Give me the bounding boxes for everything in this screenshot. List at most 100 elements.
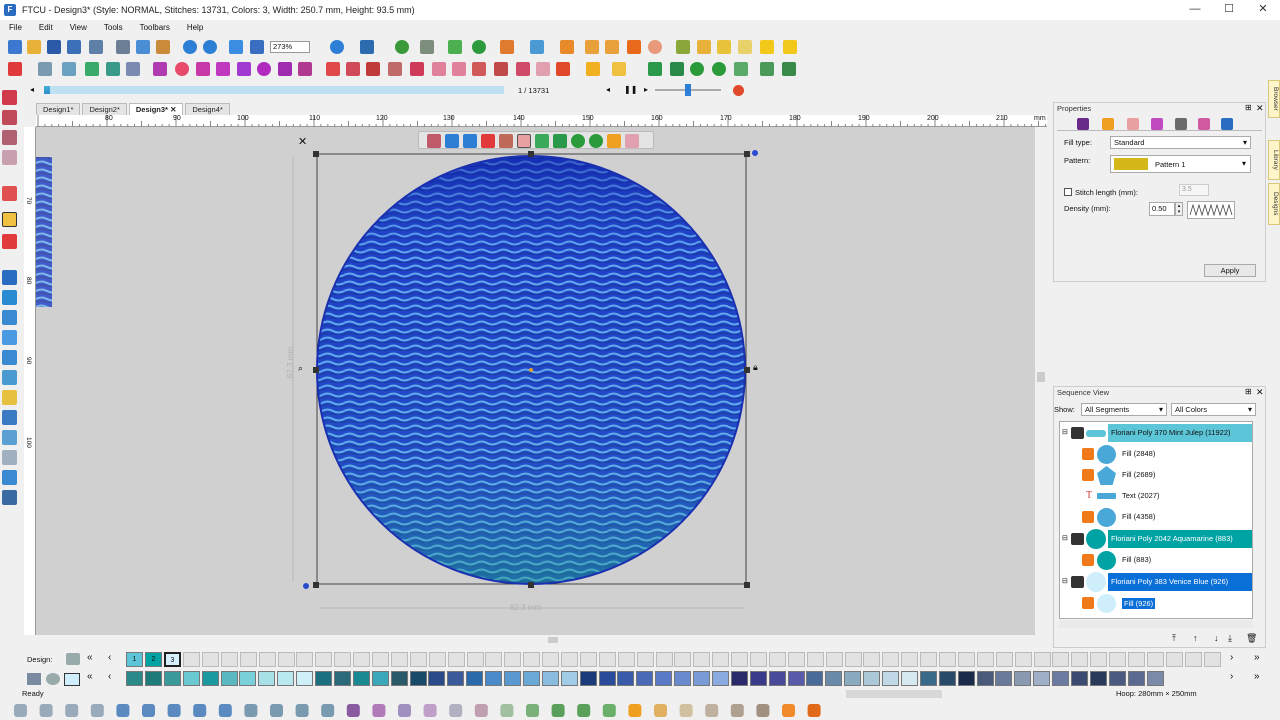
fire-icon[interactable]: [560, 40, 574, 54]
move-right-icon[interactable]: [463, 134, 477, 148]
tab-design4[interactable]: Design4*: [185, 103, 230, 115]
empty-swatch-slot[interactable]: [183, 652, 200, 667]
thread-swatch[interactable]: [220, 671, 238, 686]
empty-swatch-slot[interactable]: [372, 652, 389, 667]
move-down-icon[interactable]: ↓: [1214, 633, 1219, 643]
redo-icon[interactable]: [203, 40, 217, 54]
thread-swatch[interactable]: [239, 671, 257, 686]
empty-swatch-slot[interactable]: [957, 652, 975, 667]
side-tab-library[interactable]: Library: [1268, 140, 1280, 180]
thread-swatch[interactable]: [485, 671, 503, 686]
thread-swatch[interactable]: [409, 671, 427, 686]
thread-swatch[interactable]: [806, 671, 824, 686]
thread-swatch[interactable]: [1089, 671, 1107, 686]
zoom-input[interactable]: 273%: [270, 41, 310, 53]
thread-swatch[interactable]: [636, 671, 654, 686]
move-left-icon[interactable]: [445, 134, 459, 148]
empty-swatch-slot[interactable]: [636, 652, 654, 667]
font-icon[interactable]: [153, 62, 167, 76]
move-up-icon[interactable]: ↑: [1193, 633, 1198, 643]
empty-swatch-slot[interactable]: [277, 652, 295, 667]
thread-swatch[interactable]: [352, 671, 370, 686]
color-group-row[interactable]: ⊟ Floriani Poly 383 Venice Blue (926): [1060, 572, 1252, 592]
stitch-length-checkbox[interactable]: [1064, 188, 1072, 196]
record-icon[interactable]: [733, 85, 744, 96]
empty-swatch-slot[interactable]: [787, 652, 805, 667]
flip-h-icon[interactable]: [535, 134, 549, 148]
last-page-icon[interactable]: »: [1254, 652, 1260, 663]
circle-frame-icon[interactable]: [648, 40, 662, 54]
plus-grid-icon[interactable]: [85, 62, 99, 76]
dotted-3-icon[interactable]: [536, 62, 550, 76]
lock-icon[interactable]: [556, 62, 570, 76]
thread-swatch[interactable]: [1014, 671, 1032, 686]
empty-swatch-slot[interactable]: [1109, 652, 1127, 667]
resize-red-icon[interactable]: [494, 62, 508, 76]
fill-type-select[interactable]: Standard: [1110, 136, 1251, 149]
menu-view[interactable]: View: [61, 23, 95, 32]
design-canvas[interactable]: 62.3 mm 62.3 mm ✕ 🔒︎ ⌕: [36, 127, 1035, 635]
ungroup-icon[interactable]: [782, 62, 796, 76]
thread-swatch[interactable]: [144, 671, 162, 686]
horizontal-scrollbar[interactable]: [36, 635, 1035, 645]
stamp-icon[interactable]: [2, 450, 17, 465]
empty-swatch-slot[interactable]: [485, 652, 503, 667]
close-panel-icon[interactable]: ✕: [1256, 103, 1264, 114]
first-page-icon[interactable]: «: [87, 652, 93, 663]
delete-shape-icon[interactable]: [499, 134, 513, 148]
empty-swatch-slot[interactable]: [390, 652, 408, 667]
menu-tools[interactable]: Tools: [95, 23, 131, 32]
color-group-row[interactable]: ⊟ Floriani Poly 2042 Aquamarine (883): [1060, 529, 1252, 549]
empty-swatch-slot[interactable]: [1146, 652, 1164, 667]
wand-2-icon[interactable]: [605, 40, 619, 54]
3d-icon[interactable]: [2, 270, 17, 285]
satin-icon[interactable]: [2, 410, 17, 425]
thread-swatch[interactable]: [617, 671, 635, 686]
globe-icon[interactable]: [472, 40, 486, 54]
thread-swatch[interactable]: [333, 671, 351, 686]
empty-swatch-slot[interactable]: [447, 652, 465, 667]
pin-icon[interactable]: [2, 186, 17, 201]
menu-edit[interactable]: Edit: [30, 23, 61, 32]
empty-swatch-slot[interactable]: [428, 652, 446, 667]
help-icon[interactable]: [330, 40, 344, 54]
thread-swatch[interactable]: [863, 671, 881, 686]
empty-swatch-slot[interactable]: [712, 652, 730, 667]
empty-swatch-slot[interactable]: [1128, 652, 1145, 667]
thread-swatch[interactable]: [1127, 671, 1145, 686]
empty-swatch-slot[interactable]: [598, 652, 616, 667]
rotate-cw-icon[interactable]: [589, 134, 603, 148]
empty-swatch-slot[interactable]: [579, 652, 597, 667]
zoom-handle-icon[interactable]: ⌕: [298, 363, 303, 374]
next-page-icon[interactable]: ›: [1230, 652, 1233, 663]
thread-swatch[interactable]: [768, 671, 786, 686]
shapes-icon[interactable]: [500, 40, 514, 54]
image-icon[interactable]: [2, 310, 17, 325]
thread-swatch[interactable]: [938, 671, 956, 686]
thread-swatch[interactable]: [466, 671, 484, 686]
more-options-icon[interactable]: [625, 134, 639, 148]
thread-swatch[interactable]: [882, 671, 899, 686]
tree-scrollbar[interactable]: [1059, 620, 1253, 628]
side-tab-designs[interactable]: Designs: [1268, 183, 1280, 225]
align-icon[interactable]: [586, 62, 600, 76]
save-icon[interactable]: [47, 40, 61, 54]
dots-icon[interactable]: [237, 62, 251, 76]
rotate-ccw-icon[interactable]: [571, 134, 585, 148]
grid-2-icon[interactable]: [62, 62, 76, 76]
empty-swatch-slot[interactable]: [882, 652, 900, 667]
empty-swatch-slot[interactable]: [901, 652, 919, 667]
thread-swatch[interactable]: [825, 671, 843, 686]
design-color-2[interactable]: 2: [145, 652, 162, 667]
thread-swatch[interactable]: [579, 671, 597, 686]
thread-swatch[interactable]: [598, 671, 616, 686]
thread-swatch[interactable]: [201, 671, 219, 686]
segment-row[interactable]: T Text (2027): [1060, 486, 1252, 506]
close-sequence-icon[interactable]: ✕: [1256, 387, 1264, 398]
grid-icon[interactable]: [38, 62, 52, 76]
collapse-icon[interactable]: ⊟: [1062, 529, 1068, 549]
thread-swatch[interactable]: [1146, 671, 1164, 686]
eye-icon[interactable]: [1071, 427, 1084, 439]
print-icon[interactable]: [89, 40, 103, 54]
play-icon[interactable]: ▸: [644, 85, 648, 94]
